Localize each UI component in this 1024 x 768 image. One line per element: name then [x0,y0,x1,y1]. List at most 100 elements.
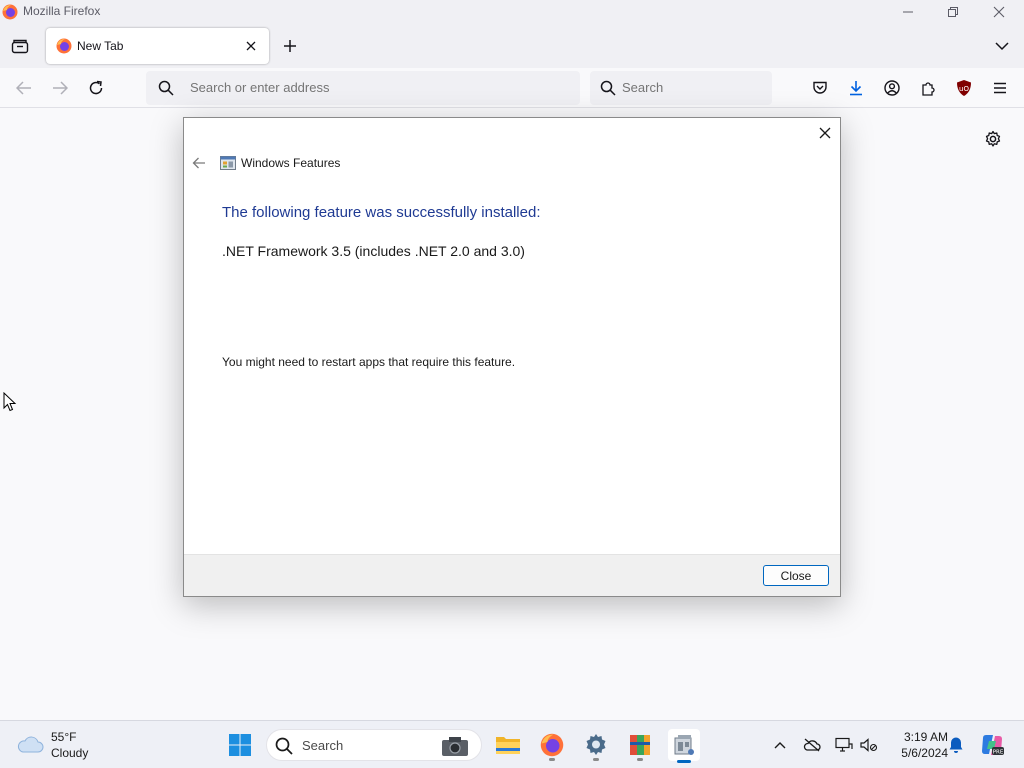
restart-note: You might need to restart apps that requ… [222,355,516,369]
volume-tray-button[interactable] [858,734,880,756]
address-input[interactable] [190,80,560,95]
close-button[interactable]: Close [763,565,829,586]
dialog-close-x-button[interactable] [814,122,836,144]
minimize-icon [903,11,913,13]
restore-icon [948,7,958,17]
reload-button[interactable] [84,76,108,100]
extensions-icon [922,82,935,96]
forward-button[interactable] [48,76,72,100]
app-menu-button[interactable] [988,76,1012,100]
address-bar[interactable] [146,71,580,105]
firefox-icon [540,733,564,757]
network-icon [835,737,853,752]
close-icon [246,41,256,51]
search-bar[interactable] [590,71,772,105]
tab-strip: New Tab [0,24,1024,68]
taskbar: 55°F Cloudy Search 3:19 AM 5/6/2024 PRE [0,720,1024,768]
windows-logo-icon [229,734,251,756]
dialog-footer: Close [184,554,840,596]
account-button[interactable] [880,76,904,100]
ublock-icon: uO [957,80,971,96]
chevron-up-icon [774,742,786,749]
arrow-left-icon [192,157,205,169]
folder-icon [496,737,520,754]
notifications-button[interactable] [945,734,967,756]
start-button[interactable] [224,729,256,761]
navigation-toolbar: uO [0,68,1024,108]
windows-features-icon [220,156,236,170]
minimize-button[interactable] [885,0,931,24]
window-title-bar: Mozilla Firefox [0,0,1024,24]
search-icon [275,737,293,755]
pocket-button[interactable] [808,76,832,100]
clock-date: 5/6/2024 [901,746,948,760]
dialog-title: Windows Features [241,156,341,170]
weather-temperature: 55°F [51,730,77,744]
pocket-icon [813,81,827,94]
search-icon [600,80,616,96]
clock-time: 3:19 AM [903,730,948,744]
system-clock[interactable]: 3:19 AM 5/6/2024 [884,729,948,761]
network-tray-button[interactable] [833,734,855,756]
onedrive-tray-button[interactable] [801,734,823,756]
list-all-tabs-button[interactable] [990,34,1014,58]
file-explorer-button[interactable] [492,729,524,761]
tab-close-button[interactable] [241,36,261,56]
copilot-button[interactable]: PRE [976,729,1008,761]
firefox-taskbar-button[interactable] [536,729,568,761]
optional-features-taskbar-button[interactable] [668,729,700,763]
cloud-offline-icon [803,738,821,752]
dialog-heading: The following feature was successfully i… [222,204,541,221]
active-indicator [677,760,691,763]
back-button[interactable] [12,76,36,100]
close-window-button[interactable] [976,0,1022,24]
close-icon [993,6,1005,18]
weather-widget[interactable]: 55°F Cloudy [16,729,116,761]
account-icon [884,80,900,96]
weather-condition: Cloudy [51,746,89,760]
firefox-logo-icon [2,4,18,20]
firefox-view-button[interactable] [8,34,32,58]
running-indicator [593,758,599,761]
chevron-down-icon [995,42,1009,51]
window-title: Mozilla Firefox [23,4,101,18]
arrow-right-icon [53,81,68,95]
firefox-tab-icon [56,38,72,54]
running-indicator [549,758,555,761]
extensions-button[interactable] [916,76,940,100]
copilot-icon: PRE [982,735,1004,756]
customize-new-tab-button[interactable] [982,128,1004,150]
reload-icon [89,80,103,95]
dialog-back-button[interactable] [190,154,208,172]
winrar-taskbar-button[interactable] [624,729,656,761]
mouse-pointer-icon [3,392,17,412]
plus-icon [284,40,296,52]
firefox-view-icon [11,39,29,54]
tab-label: New Tab [77,39,124,53]
search-input[interactable] [622,80,762,95]
optional-features-icon [674,735,694,755]
arrow-left-icon [16,81,31,95]
taskbar-search-label: Search [302,738,344,753]
svg-text:PRE: PRE [993,750,1004,756]
winrar-icon [630,735,650,755]
new-tab-button[interactable] [278,34,302,58]
restore-button[interactable] [930,0,976,24]
search-highlight-icon [442,737,468,756]
search-icon [158,80,174,96]
settings-taskbar-button[interactable] [580,729,612,761]
volume-muted-icon [860,738,878,752]
downloads-button[interactable] [844,76,868,100]
show-hidden-icons-button[interactable] [769,734,791,756]
taskbar-search-box[interactable]: Search [266,729,482,761]
settings-gear-icon [586,734,606,755]
running-indicator [637,758,643,761]
gear-icon [985,130,1001,147]
menu-icon [994,82,1006,94]
ublock-button[interactable]: uO [952,76,976,100]
installed-feature-name: .NET Framework 3.5 (includes .NET 2.0 an… [222,243,525,259]
tab-new-tab[interactable]: New Tab [46,28,269,64]
cloud-icon [17,736,44,753]
windows-features-dialog: Windows Features The following feature w… [183,117,841,597]
downloads-icon [850,81,862,96]
